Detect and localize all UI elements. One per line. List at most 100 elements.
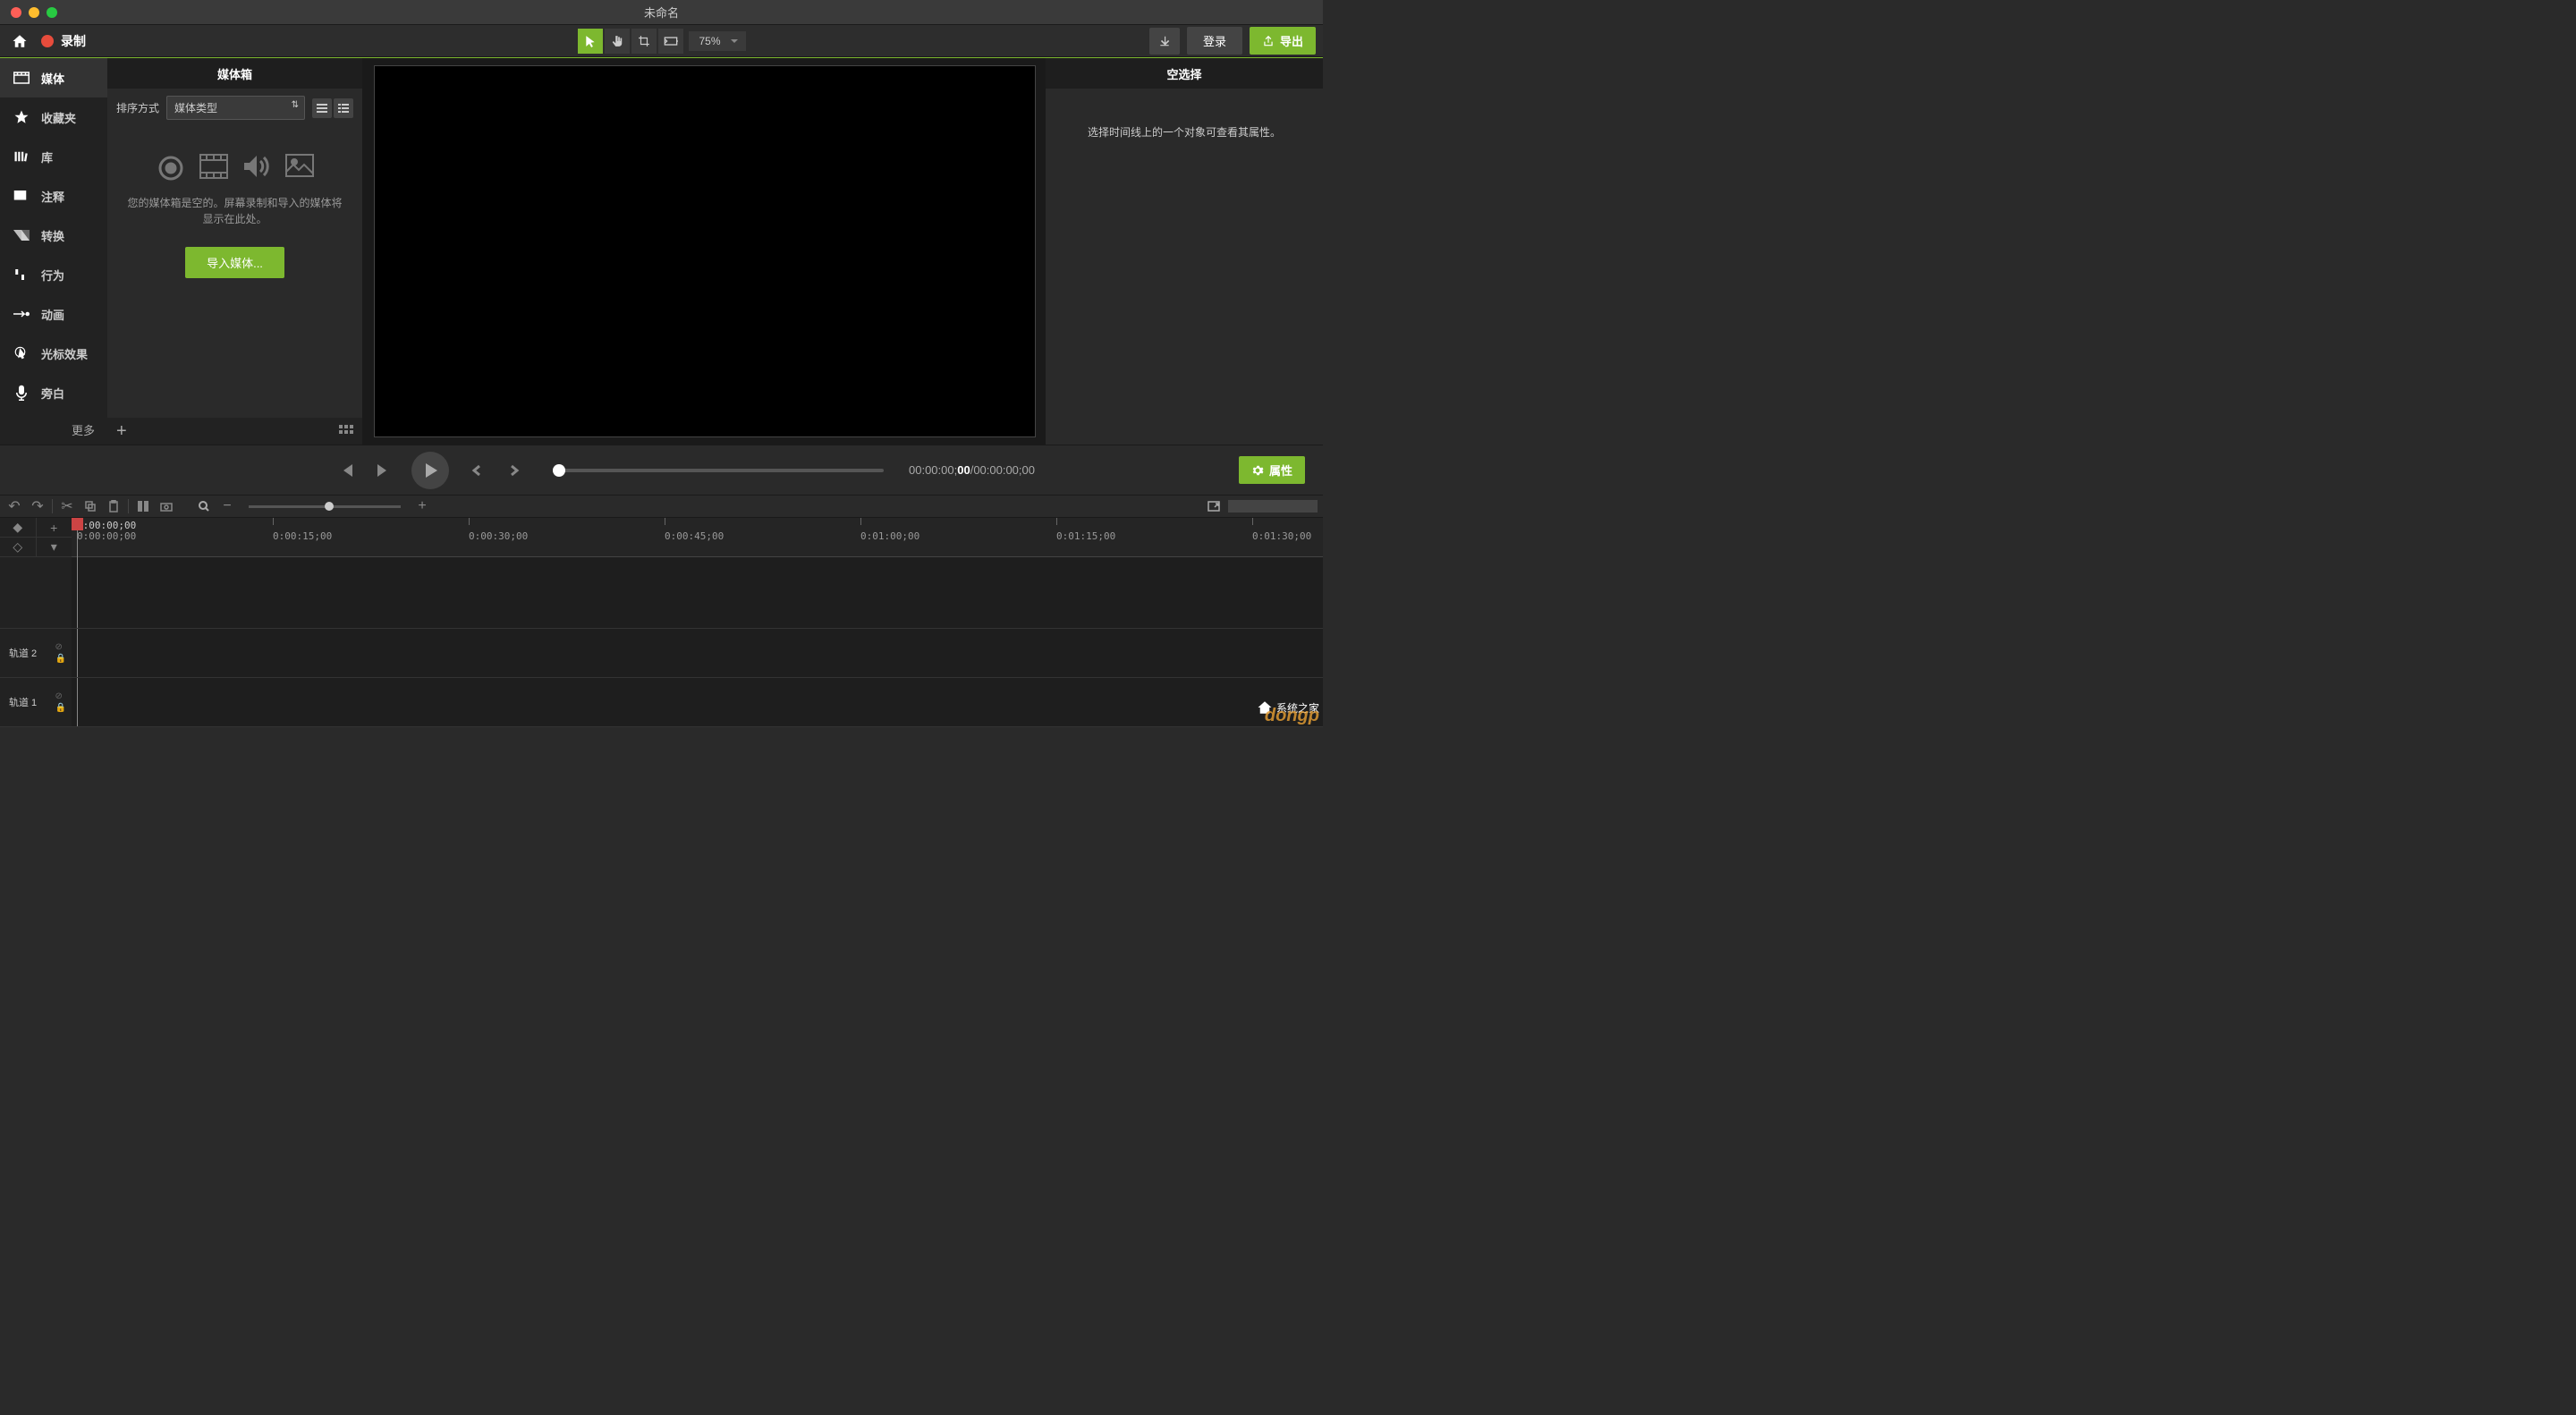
copy-button[interactable] xyxy=(81,497,99,515)
sidebar-item-favorites[interactable]: 收藏夹 xyxy=(0,97,107,137)
sidebar-item-behaviors[interactable]: 行为 xyxy=(0,255,107,294)
properties-toggle-button[interactable]: 属性 xyxy=(1239,456,1305,484)
select-tool[interactable] xyxy=(577,29,602,54)
track-name: 轨道 2 xyxy=(9,646,37,660)
zoom-select[interactable]: 75% xyxy=(684,31,745,51)
collapse-tracks-button[interactable]: ▾ xyxy=(37,538,72,556)
details-icon xyxy=(338,104,349,113)
window-title: 未命名 xyxy=(644,4,679,21)
detach-timeline-button[interactable] xyxy=(1205,497,1223,515)
add-track-button[interactable]: + xyxy=(37,518,72,537)
track-name: 轨道 1 xyxy=(9,695,37,709)
snapshot-button[interactable] xyxy=(157,497,175,515)
record-button[interactable]: 录制 xyxy=(32,29,95,54)
zoom-fit-button[interactable] xyxy=(195,497,213,515)
zoom-out-button[interactable]: − xyxy=(218,497,236,515)
track-lock-icon[interactable]: 🔒 xyxy=(55,703,66,713)
minimize-window-button[interactable] xyxy=(29,7,39,18)
sidebar-item-narration[interactable]: 旁白 xyxy=(0,373,107,412)
track-label-2[interactable]: 轨道 2 ⊘ 🔒 xyxy=(0,629,72,678)
cut-button[interactable]: ✂ xyxy=(58,497,76,515)
sort-select[interactable]: 媒体类型 xyxy=(166,96,305,120)
top-toolbar: 录制 75% 登录 导出 xyxy=(0,25,1323,57)
zoom-in-button[interactable]: + xyxy=(413,497,431,515)
redo-button[interactable]: ↷ xyxy=(29,497,47,515)
marker-button[interactable]: ◆ xyxy=(0,518,37,537)
microphone-icon xyxy=(13,384,30,402)
playhead-handle[interactable] xyxy=(72,518,83,530)
zoom-value: 75% xyxy=(688,31,745,51)
main-area: 媒体 收藏夹 库 a 注释 转换 行为 动画 光标效果 xyxy=(0,58,1323,445)
sort-label: 排序方式 xyxy=(116,100,159,115)
grid-view-button[interactable] xyxy=(339,425,353,437)
timeline-content[interactable]: 0:00:00;00 0:00:00;00 0:00:15;00 0:00:30… xyxy=(72,518,1323,727)
track-row-empty[interactable] xyxy=(72,557,1323,629)
magnet-tool[interactable] xyxy=(657,29,682,54)
media-empty-state: 您的媒体箱是空的。屏幕录制和导入的媒体将显示在此处。 导入媒体... xyxy=(107,127,362,418)
sidebar-item-animations[interactable]: 动画 xyxy=(0,294,107,334)
timeline-zoom-slider[interactable] xyxy=(249,505,401,508)
timeline-overview[interactable] xyxy=(1228,500,1318,513)
watermark-brand: dongp xyxy=(1265,706,1319,726)
view-list-button[interactable] xyxy=(312,98,332,118)
track-row-1[interactable] xyxy=(72,678,1323,727)
sidebar-label: 库 xyxy=(41,148,53,165)
sidebar-label: 收藏夹 xyxy=(41,109,76,126)
sidebar-item-annotations[interactable]: a 注释 xyxy=(0,176,107,216)
home-icon xyxy=(12,33,28,49)
login-button[interactable]: 登录 xyxy=(1187,27,1242,55)
sidebar-label: 注释 xyxy=(41,188,64,205)
next-frame-button[interactable] xyxy=(370,457,397,484)
undo-button[interactable]: ↶ xyxy=(5,497,23,515)
maximize-window-button[interactable] xyxy=(47,7,57,18)
view-details-button[interactable] xyxy=(334,98,353,118)
scrubber-handle[interactable] xyxy=(553,464,565,477)
zoom-slider-handle[interactable] xyxy=(325,502,334,511)
sidebar-item-library[interactable]: 库 xyxy=(0,137,107,176)
current-frame: 00 xyxy=(957,463,970,477)
close-window-button[interactable] xyxy=(11,7,21,18)
record-label: 录制 xyxy=(61,32,86,50)
sidebar-item-media[interactable]: 媒体 xyxy=(0,58,107,97)
export-button[interactable]: 导出 xyxy=(1250,27,1316,55)
quiz-button[interactable]: ◇ xyxy=(0,538,37,556)
empty-text: 您的媒体箱是空的。屏幕录制和导入的媒体将显示在此处。 xyxy=(107,195,362,227)
sidebar-item-transitions[interactable]: 转换 xyxy=(0,216,107,255)
cursor-icon xyxy=(583,35,596,47)
track-label-1[interactable]: 轨道 1 ⊘ 🔒 xyxy=(0,678,72,727)
home-button[interactable] xyxy=(7,29,32,54)
next-marker-button[interactable] xyxy=(501,457,528,484)
sidebar-more[interactable]: 更多 xyxy=(0,412,107,447)
track-row-2[interactable] xyxy=(72,629,1323,678)
transition-icon xyxy=(13,226,30,244)
timeline-ruler[interactable]: 0:00:00;00 0:00:00;00 0:00:15;00 0:00:30… xyxy=(72,518,1323,557)
playback-scrubber[interactable] xyxy=(553,469,884,472)
prev-frame-button[interactable] xyxy=(333,457,360,484)
crop-tool[interactable] xyxy=(631,29,656,54)
chevron-right-icon xyxy=(508,464,521,477)
track-disable-icon[interactable]: ⊘ xyxy=(55,691,66,701)
prev-marker-button[interactable] xyxy=(463,457,490,484)
paste-button[interactable] xyxy=(105,497,123,515)
track-disable-icon[interactable]: ⊘ xyxy=(55,642,66,652)
track-label-empty xyxy=(0,557,72,629)
split-button[interactable] xyxy=(134,497,152,515)
import-media-button[interactable]: 导入媒体... xyxy=(185,247,284,278)
titlebar: 未命名 xyxy=(0,0,1323,25)
crop-icon xyxy=(637,35,649,47)
properties-hint: 选择时间线上的一个对象可查看其属性。 xyxy=(1046,89,1323,175)
sort-value: 媒体类型 xyxy=(174,102,217,114)
ruler-tick: 0:00:30;00 xyxy=(469,530,528,542)
download-button[interactable] xyxy=(1149,28,1180,55)
sidebar-label: 行为 xyxy=(41,267,64,284)
behavior-icon xyxy=(13,266,30,284)
play-button[interactable] xyxy=(411,452,449,489)
pan-tool[interactable] xyxy=(604,29,629,54)
track-lock-icon[interactable]: 🔒 xyxy=(55,654,66,664)
sidebar-label: 媒体 xyxy=(41,70,64,87)
preview-canvas[interactable] xyxy=(374,65,1036,437)
sidebar: 媒体 收藏夹 库 a 注释 转换 行为 动画 光标效果 xyxy=(0,58,107,445)
add-media-button[interactable]: + xyxy=(116,421,127,442)
sidebar-item-cursor-effects[interactable]: 光标效果 xyxy=(0,334,107,373)
sidebar-label: 转换 xyxy=(41,227,64,244)
